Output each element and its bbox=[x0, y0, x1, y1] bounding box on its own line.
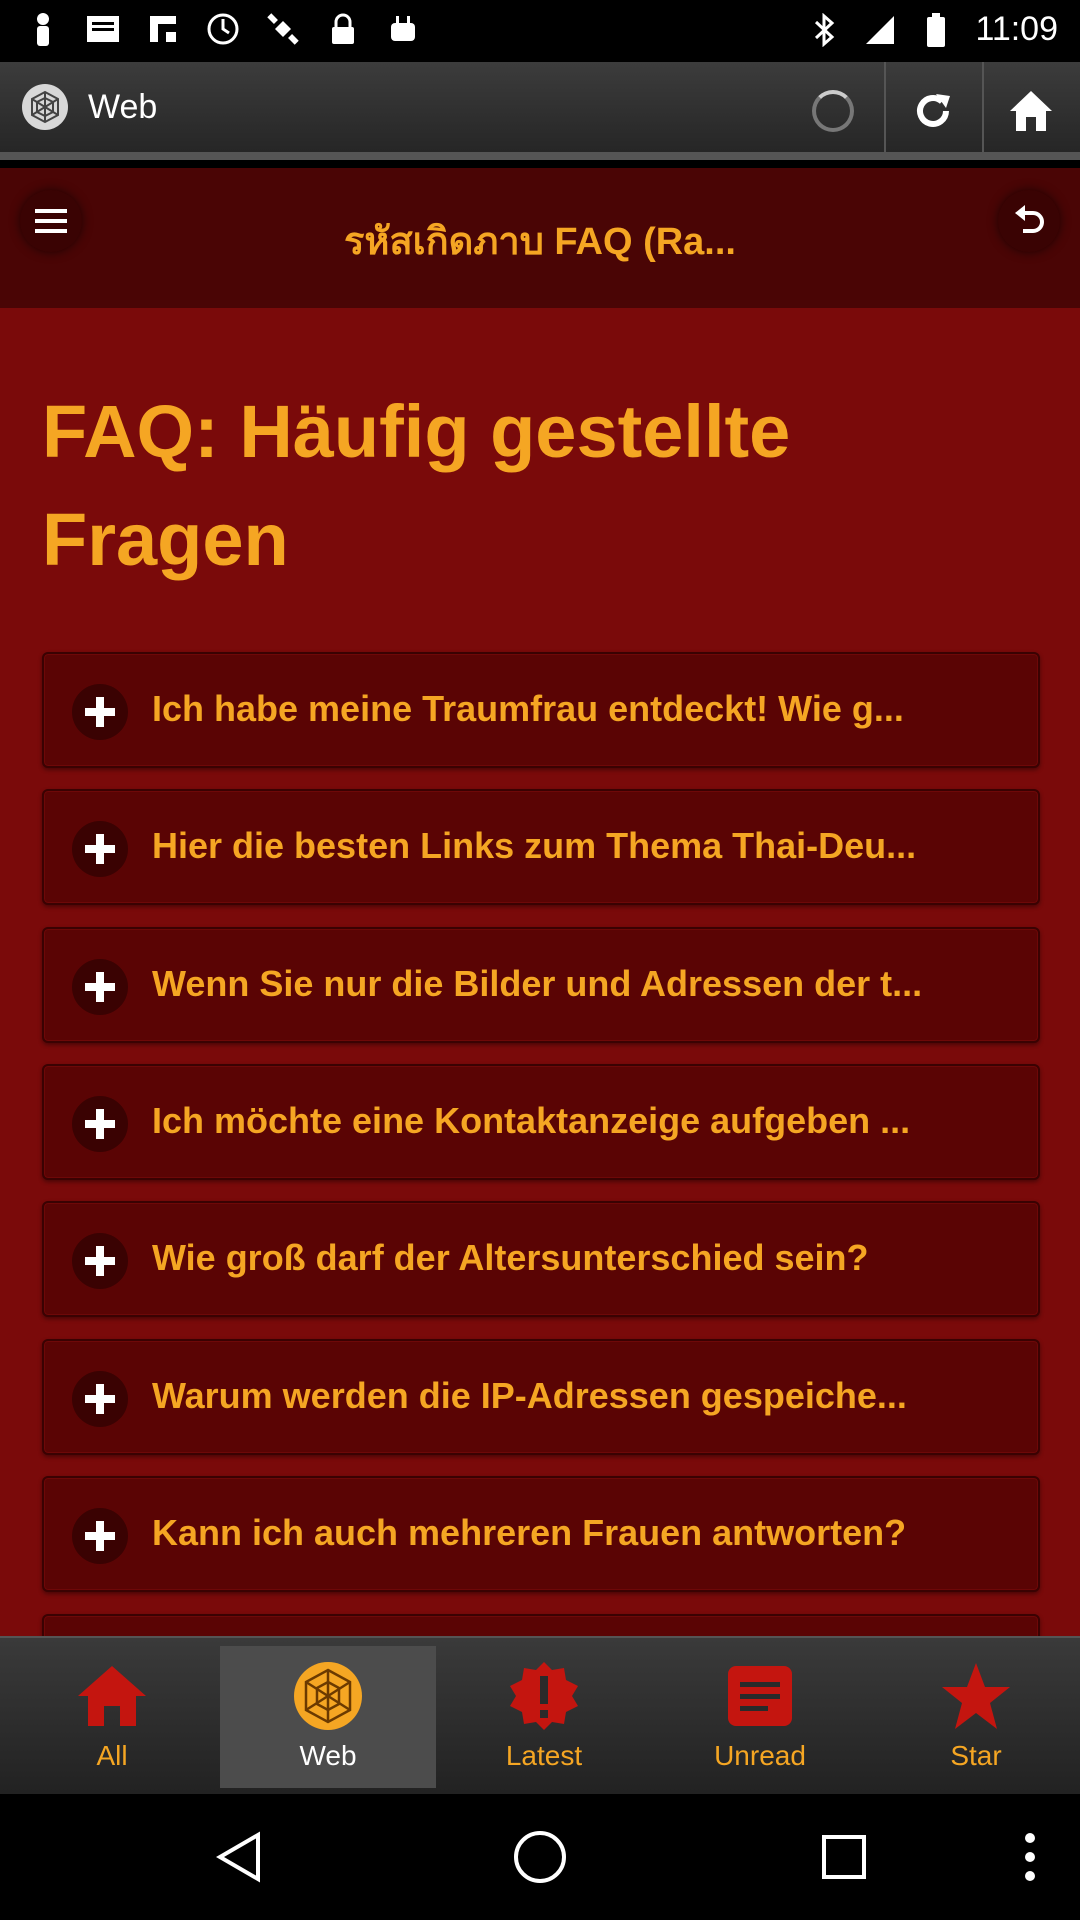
overflow-menu-button[interactable] bbox=[1000, 1827, 1060, 1887]
web-page: รหัสเกิดภาบ FAQ (Ra... FAQ: Häufig geste… bbox=[0, 168, 1080, 1636]
faq-question: Warum werden die IP-Adressen gespeiche..… bbox=[152, 1375, 907, 1416]
alert-icon bbox=[508, 1660, 580, 1732]
plus-icon bbox=[72, 1508, 128, 1564]
mail-icon bbox=[86, 12, 120, 46]
back-button[interactable] bbox=[998, 190, 1060, 252]
plus-icon bbox=[72, 1233, 128, 1289]
clock: 11:09 bbox=[975, 10, 1058, 48]
faq-item[interactable]: Hier die besten Links zum Thema Thai-Deu… bbox=[42, 789, 1040, 905]
tab-all[interactable]: All bbox=[4, 1646, 220, 1788]
android-icon bbox=[386, 12, 420, 46]
browser-title: Web bbox=[88, 88, 158, 126]
loading-spinner-icon bbox=[812, 90, 854, 132]
faq-question: Ich möchte eine Kontaktanzeige aufgeben … bbox=[152, 1100, 911, 1141]
status-bar: 11:09 bbox=[0, 0, 1080, 62]
plus-icon bbox=[72, 1371, 128, 1427]
tab-label: Unread bbox=[714, 1740, 806, 1771]
faq-item[interactable]: Kann ich auch mehreren Frauen antworten? bbox=[42, 1476, 1040, 1592]
faq-question: Hier die besten Links zum Thema Thai-Deu… bbox=[152, 825, 917, 866]
back-triangle-icon bbox=[216, 1831, 260, 1883]
more-vertical-icon bbox=[1025, 1833, 1035, 1881]
web-logo-icon bbox=[22, 84, 68, 130]
undo-arrow-icon bbox=[1015, 205, 1044, 233]
bluetooth-icon bbox=[807, 12, 841, 47]
tab-label: Latest bbox=[505, 1740, 583, 1771]
reload-icon bbox=[917, 94, 950, 127]
faq-item-partial[interactable] bbox=[42, 1614, 1040, 1636]
page-title: รหัสเกิดภาบ FAQ (Ra... bbox=[344, 221, 736, 263]
person-icon bbox=[26, 12, 60, 46]
faq-question: Ich habe meine Traumfrau entdeckt! Wie g… bbox=[152, 688, 904, 729]
sync-icon bbox=[206, 12, 240, 46]
tab-label: Web bbox=[299, 1740, 357, 1771]
faq-question: Wenn Sie nur die Bilder und Adressen der… bbox=[152, 963, 923, 1004]
back-nav-button[interactable] bbox=[208, 1827, 268, 1887]
home-icon bbox=[1010, 91, 1052, 131]
home-icon bbox=[76, 1660, 148, 1732]
tab-star[interactable]: Star bbox=[868, 1646, 1080, 1788]
signal-icon bbox=[863, 13, 897, 47]
system-status: 11:09 bbox=[807, 10, 1058, 49]
unread-icon bbox=[724, 1660, 796, 1732]
bottom-tab-bar: All Web Latest Unread Star bbox=[0, 1636, 1080, 1794]
flipboard-icon bbox=[146, 12, 180, 46]
web-icon bbox=[292, 1660, 364, 1732]
page-header: รหัสเกิดภาบ FAQ (Ra... bbox=[0, 168, 1080, 308]
plus-icon bbox=[72, 684, 128, 740]
tab-web[interactable]: Web bbox=[220, 1646, 436, 1788]
tab-unread[interactable]: Unread bbox=[652, 1646, 868, 1788]
notification-icons bbox=[26, 12, 420, 46]
plus-icon bbox=[72, 821, 128, 877]
reload-button[interactable] bbox=[884, 62, 980, 160]
browser-toolbar: Web bbox=[0, 62, 1080, 160]
faq-question: Wie groß darf der Altersunterschied sein… bbox=[152, 1237, 869, 1278]
recents-square-icon bbox=[822, 1835, 866, 1879]
satellite-icon bbox=[266, 12, 300, 46]
faq-item[interactable]: Warum werden die IP-Adressen gespeiche..… bbox=[42, 1339, 1040, 1455]
home-circle-icon bbox=[514, 1831, 566, 1883]
faq-item[interactable]: Ich habe meine Traumfrau entdeckt! Wie g… bbox=[42, 652, 1040, 768]
star-icon bbox=[940, 1660, 1012, 1732]
faq-item[interactable]: Wie groß darf der Altersunterschied sein… bbox=[42, 1201, 1040, 1317]
tab-latest[interactable]: Latest bbox=[436, 1646, 652, 1788]
navigation-bar bbox=[0, 1794, 1080, 1920]
home-button[interactable] bbox=[982, 62, 1078, 160]
plus-icon bbox=[72, 959, 128, 1015]
tab-label: All bbox=[96, 1740, 128, 1771]
tab-label: Star bbox=[950, 1740, 1002, 1771]
battery-icon bbox=[919, 12, 953, 47]
lock-icon bbox=[326, 12, 360, 46]
faq-item[interactable]: Wenn Sie nur die Bilder und Adressen der… bbox=[42, 927, 1040, 1043]
faq-heading: FAQ: Häufig gestellte Fragen bbox=[42, 390, 791, 581]
recents-nav-button[interactable] bbox=[814, 1827, 874, 1887]
faq-item[interactable]: Ich möchte eine Kontaktanzeige aufgeben … bbox=[42, 1064, 1040, 1180]
plus-icon bbox=[72, 1096, 128, 1152]
faq-question: Kann ich auch mehreren Frauen antworten? bbox=[152, 1512, 907, 1553]
home-nav-button[interactable] bbox=[510, 1827, 570, 1887]
